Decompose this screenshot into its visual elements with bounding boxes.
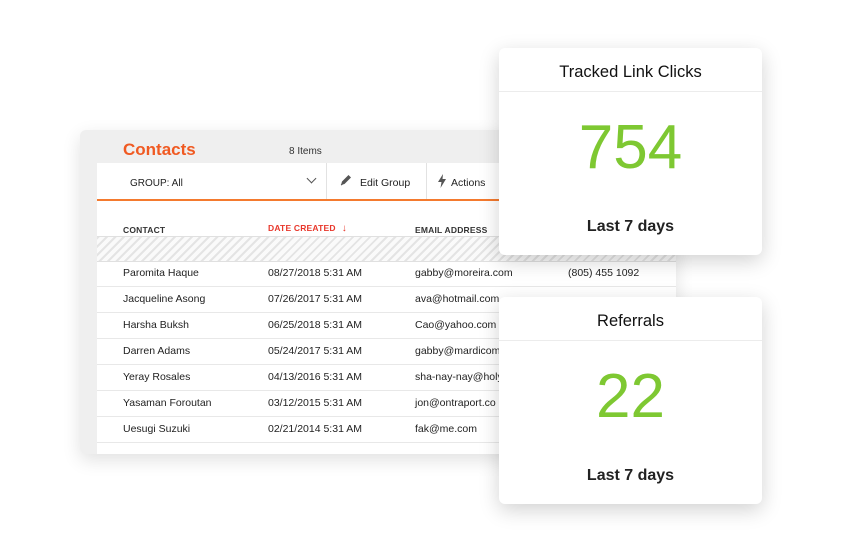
contact-date: 06/25/2018 5:31 AM xyxy=(268,319,362,331)
edit-group-label: Edit Group xyxy=(360,177,411,189)
card-value: 754 xyxy=(578,113,683,182)
arrow-down-icon: ↓ xyxy=(341,223,347,234)
contact-email: sha-nay-nay@holy xyxy=(415,371,503,383)
contacts-title: Contacts xyxy=(123,140,196,159)
column-header-email[interactable]: EMAIL ADDRESS xyxy=(415,225,488,235)
card-period: Last 7 days xyxy=(586,467,675,484)
contact-email: ava@hotmail.com xyxy=(415,293,500,305)
lightning-icon xyxy=(438,174,446,188)
column-header-date-label: DATE CREATED xyxy=(268,223,336,233)
contact-date: 03/12/2015 5:31 AM xyxy=(268,397,362,409)
contact-name: Uesugi Suzuki xyxy=(123,423,191,435)
edit-group-button[interactable]: Edit Group xyxy=(327,163,427,199)
column-header-contact[interactable]: CONTACT xyxy=(123,225,165,235)
contact-date: 08/27/2018 5:31 AM xyxy=(268,267,362,279)
stat-card-referrals: Referrals 22 Last 7 days xyxy=(499,297,762,504)
contact-date: 07/26/2017 5:31 AM xyxy=(268,293,362,305)
contact-email: Cao@yahoo.com xyxy=(415,319,497,331)
card-title: Tracked Link Clicks xyxy=(499,48,762,92)
contact-name: Jacqueline Asong xyxy=(123,293,206,305)
group-select[interactable]: GROUP: All xyxy=(97,163,327,199)
contact-email: gabby@mardicom xyxy=(415,345,501,357)
contact-name: Darren Adams xyxy=(123,345,191,357)
stat-card-tracked-link-clicks: Tracked Link Clicks 754 Last 7 days xyxy=(499,48,762,255)
column-header-date-created[interactable]: DATE CREATED ↓ xyxy=(268,223,347,234)
contact-email: jon@ontraport.co xyxy=(415,397,496,409)
contact-email: fak@me.com xyxy=(415,423,478,435)
card-title: Referrals xyxy=(499,297,762,341)
table-row[interactable]: Paromita Haque 08/27/2018 5:31 AM gabby@… xyxy=(97,260,676,287)
contact-email: gabby@moreira.com xyxy=(415,267,513,279)
card-value: 22 xyxy=(596,362,665,431)
contact-date: 04/13/2016 5:31 AM xyxy=(268,371,362,383)
contact-name: Yasaman Foroutan xyxy=(123,397,212,409)
card-period: Last 7 days xyxy=(586,218,675,235)
contact-date: 02/21/2014 5:31 AM xyxy=(268,423,362,435)
contact-name: Harsha Buksh xyxy=(123,319,189,331)
contact-phone: (805) 455 1092 xyxy=(568,267,640,279)
group-select-label: GROUP: All xyxy=(130,178,183,189)
actions-label: Actions xyxy=(451,177,486,189)
contact-name: Yeray Rosales xyxy=(123,371,191,383)
items-count: 8 Items xyxy=(289,146,322,157)
contact-date: 05/24/2017 5:31 AM xyxy=(268,345,362,357)
pencil-icon xyxy=(340,175,351,186)
chevron-down-icon xyxy=(306,173,317,184)
contact-name: Paromita Haque xyxy=(123,267,199,279)
